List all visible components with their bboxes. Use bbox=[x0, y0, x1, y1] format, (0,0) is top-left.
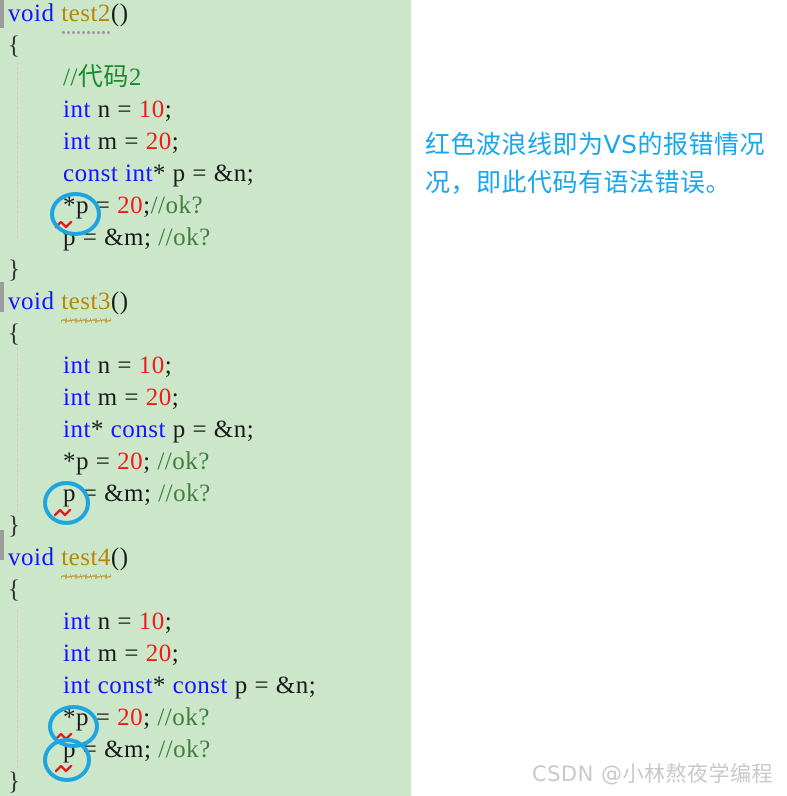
code-token: ; bbox=[171, 128, 180, 155]
side-annotation-line-2: 况，即此代码有语法错误。 bbox=[425, 168, 732, 197]
annotation-circle-p-test4 bbox=[43, 738, 91, 782]
code-token: test4 bbox=[61, 542, 111, 579]
code-token: ; bbox=[164, 352, 173, 379]
code-token: m = bbox=[90, 384, 146, 411]
code-token: //ok? bbox=[157, 704, 210, 731]
code-line: int m = 20; bbox=[63, 638, 179, 670]
code-line: const int* p = &n; bbox=[63, 158, 254, 190]
code-token: //ok? bbox=[158, 480, 211, 507]
code-line: { bbox=[8, 30, 21, 62]
code-token: int bbox=[63, 352, 91, 379]
code-token: ; bbox=[171, 640, 180, 667]
code-token: 20 bbox=[117, 192, 144, 219]
code-token: int bbox=[63, 128, 91, 155]
code-line: { bbox=[8, 574, 21, 606]
code-token: 10 bbox=[138, 352, 165, 379]
code-token: int bbox=[63, 640, 91, 667]
annotation-circle-p-test3 bbox=[43, 481, 90, 525]
code-token: 20 bbox=[145, 640, 172, 667]
code-line: int n = 10; bbox=[63, 94, 172, 126]
code-line: int m = 20; bbox=[63, 126, 179, 158]
code-line: void test3() bbox=[8, 286, 129, 323]
code-token: void bbox=[8, 0, 62, 27]
code-token: 20 bbox=[145, 128, 172, 155]
gutter-change-bar bbox=[0, 530, 4, 560]
code-token: //ok? bbox=[158, 736, 211, 763]
code-token: int bbox=[63, 384, 91, 411]
indent-guide bbox=[17, 610, 18, 768]
code-token: * bbox=[152, 672, 173, 699]
code-token: { bbox=[8, 32, 21, 59]
csdn-watermark: CSDN @小林熬夜学编程 bbox=[531, 762, 773, 786]
code-token: p = &n; bbox=[227, 672, 317, 699]
code-token: //ok? bbox=[157, 448, 210, 475]
code-token: void bbox=[8, 288, 62, 315]
code-token: () bbox=[110, 288, 129, 315]
code-token: int bbox=[63, 416, 91, 443]
code-token: () bbox=[110, 0, 129, 27]
side-annotation: 红色波浪线即为VS的报错情况 况，即此代码有语法错误。 bbox=[425, 126, 775, 202]
gutter-change-bar bbox=[0, 282, 4, 312]
code-token: 10 bbox=[138, 608, 165, 635]
code-token: } bbox=[8, 768, 21, 795]
code-token: } bbox=[8, 512, 21, 539]
side-annotation-line-1: 红色波浪线即为VS的报错情况 bbox=[425, 130, 765, 159]
code-line: } bbox=[8, 254, 21, 286]
code-line: } bbox=[8, 766, 21, 796]
code-line: void test2() bbox=[8, 0, 129, 34]
code-token: int bbox=[63, 96, 91, 123]
code-line: } bbox=[8, 510, 21, 542]
code-line: void test4() bbox=[8, 542, 129, 579]
code-token: //代码2 bbox=[63, 64, 142, 91]
code-token: { bbox=[8, 576, 21, 603]
code-token: test2 bbox=[61, 0, 111, 34]
code-token: m = bbox=[90, 128, 146, 155]
code-line: { bbox=[8, 318, 21, 350]
code-token: const int bbox=[63, 160, 153, 187]
indent-guide bbox=[17, 62, 18, 238]
code-line: int m = 20; bbox=[63, 382, 179, 414]
code-token: const bbox=[110, 416, 166, 443]
code-token: ; bbox=[143, 704, 158, 731]
code-token: const bbox=[172, 672, 228, 699]
code-line: //代码2 bbox=[63, 62, 142, 94]
code-token: 20 bbox=[117, 704, 144, 731]
code-token: { bbox=[8, 320, 21, 347]
code-token: int const bbox=[63, 672, 153, 699]
code-token: int bbox=[63, 608, 91, 635]
code-token: ; bbox=[143, 448, 158, 475]
code-token: void bbox=[8, 544, 62, 571]
code-token: * p = &n; bbox=[152, 160, 255, 187]
code-line: int n = 10; bbox=[63, 350, 172, 382]
code-token: ; bbox=[143, 192, 151, 219]
code-line: int* const p = &n; bbox=[63, 414, 254, 446]
code-token: m = bbox=[90, 640, 146, 667]
code-token: *p = bbox=[63, 448, 118, 475]
code-line: *p = 20; //ok? bbox=[63, 446, 210, 478]
code-token: 20 bbox=[145, 384, 172, 411]
code-token: //ok? bbox=[150, 192, 204, 219]
code-token: ; bbox=[164, 608, 173, 635]
code-token: //ok? bbox=[158, 224, 211, 251]
code-token: 20 bbox=[117, 448, 144, 475]
code-token: n = bbox=[90, 352, 139, 379]
code-token: ; bbox=[164, 96, 173, 123]
code-token: n = bbox=[90, 96, 139, 123]
code-token: ; bbox=[171, 384, 180, 411]
code-editor-pane: void test2(){//代码2 int n = 10; int m = 20;… bbox=[0, 0, 411, 796]
indent-guide bbox=[17, 348, 18, 512]
code-token: p = &n; bbox=[165, 416, 255, 443]
code-token: () bbox=[110, 544, 129, 571]
code-token: } bbox=[8, 256, 21, 283]
code-line: int n = 10; bbox=[63, 606, 172, 638]
code-token: test3 bbox=[61, 286, 111, 323]
code-line: int const* const p = &n; bbox=[63, 670, 316, 702]
gutter-change-bar bbox=[0, 0, 4, 28]
annotation-circle-star-p-test2 bbox=[50, 192, 101, 236]
code-token: n = bbox=[90, 608, 139, 635]
code-token: * bbox=[90, 416, 111, 443]
code-token: 10 bbox=[138, 96, 165, 123]
